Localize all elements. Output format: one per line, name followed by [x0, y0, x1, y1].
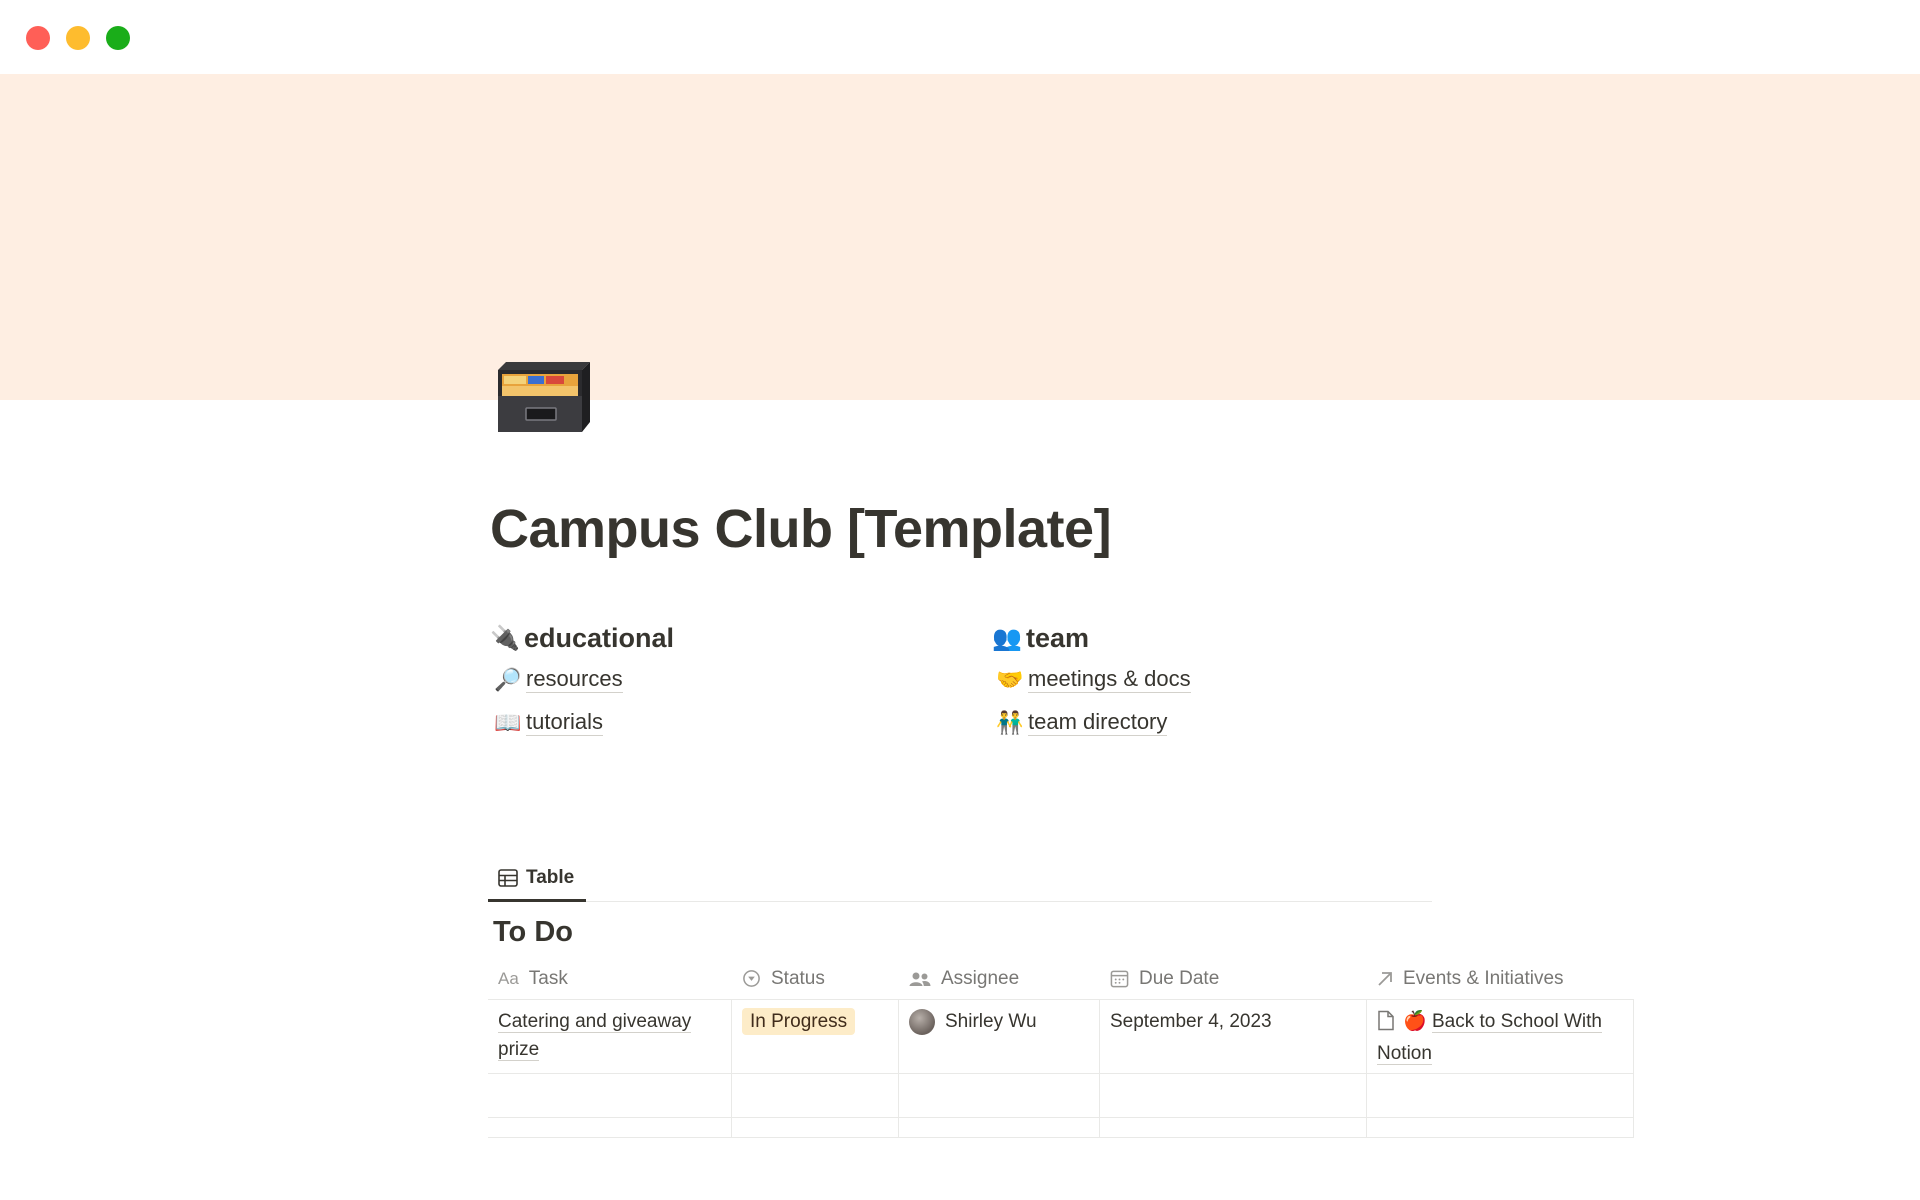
- page-doc-icon: [1377, 1010, 1395, 1040]
- assignee-cell[interactable]: [899, 1074, 1100, 1117]
- link-label[interactable]: meetings & docs: [1028, 666, 1191, 693]
- task-title[interactable]: Catering and giveaway prize: [498, 1011, 692, 1061]
- heading-label: team: [1026, 622, 1090, 653]
- link-label[interactable]: resources: [526, 666, 623, 693]
- database-title[interactable]: To Do: [493, 916, 573, 949]
- status-icon: [742, 969, 761, 988]
- educational-heading: 🔌 educational: [490, 618, 970, 658]
- link-meetings-docs[interactable]: 🤝 meetings & docs: [992, 658, 1472, 701]
- table-header: Aa Task Status Assignee Due Date Events …: [488, 958, 1634, 1000]
- table-row[interactable]: [488, 1074, 1634, 1118]
- link-label[interactable]: team directory: [1028, 709, 1168, 736]
- todo-table: Aa Task Status Assignee Due Date Events …: [488, 958, 1634, 1138]
- column-header-events-initiatives[interactable]: Events & Initiatives: [1367, 958, 1634, 999]
- text-property-icon: Aa: [498, 968, 519, 988]
- database-view-tabs: Table: [488, 856, 1432, 902]
- card-file-box-icon[interactable]: [494, 356, 590, 436]
- column-header-status[interactable]: Status: [732, 958, 899, 999]
- relation-cell[interactable]: 🍎 Back to School With Notion: [1367, 1000, 1634, 1073]
- calendar-icon: [1110, 969, 1129, 988]
- person-chip[interactable]: Shirley Wu: [909, 1008, 1089, 1036]
- link-label[interactable]: tutorials: [526, 709, 604, 736]
- status-cell[interactable]: [732, 1074, 899, 1117]
- team-column: 👥 team 🤝 meetings & docs 👬 team director…: [992, 618, 1472, 744]
- electric-plug-icon: 🔌: [490, 624, 520, 652]
- assignee-cell[interactable]: Shirley Wu: [899, 1000, 1100, 1073]
- table-icon: [498, 868, 518, 887]
- minimize-window-button[interactable]: [66, 26, 90, 50]
- relation-cell[interactable]: [1367, 1118, 1634, 1137]
- magnifying-glass-icon: 🔎: [494, 666, 522, 692]
- avatar: [909, 1009, 935, 1035]
- maximize-window-button[interactable]: [106, 26, 130, 50]
- relation-link[interactable]: 🍎 Back to School With Notion: [1377, 1010, 1602, 1065]
- status-cell[interactable]: In Progress: [732, 1000, 899, 1073]
- table-row[interactable]: [488, 1118, 1634, 1138]
- page-cover: [0, 74, 1920, 400]
- due-date-cell[interactable]: [1100, 1118, 1367, 1137]
- assignee-cell[interactable]: [899, 1118, 1100, 1137]
- tab-table[interactable]: Table: [488, 856, 586, 902]
- heading-label: educational: [524, 622, 675, 653]
- relation-cell[interactable]: [1367, 1074, 1634, 1117]
- column-header-task[interactable]: Aa Task: [488, 958, 732, 999]
- relation-arrow-icon: [1377, 971, 1393, 987]
- column-header-due-date[interactable]: Due Date: [1100, 958, 1367, 999]
- handshake-icon: 🤝: [996, 666, 1024, 692]
- two-men-holding-hands-icon: 👬: [996, 709, 1024, 735]
- link-resources[interactable]: 🔎 resources: [490, 658, 970, 701]
- table-row[interactable]: Catering and giveaway prize In Progress …: [488, 1000, 1634, 1074]
- due-date-cell[interactable]: September 4, 2023: [1100, 1000, 1367, 1073]
- people-icon: [909, 971, 931, 987]
- task-cell[interactable]: [488, 1118, 732, 1137]
- people-silhouette-icon: 👥: [992, 624, 1022, 652]
- status-badge[interactable]: In Progress: [742, 1008, 856, 1035]
- link-tutorials[interactable]: 📖 tutorials: [490, 701, 970, 744]
- due-date-value: September 4, 2023: [1110, 1011, 1272, 1032]
- column-header-assignee[interactable]: Assignee: [899, 958, 1100, 999]
- close-window-button[interactable]: [26, 26, 50, 50]
- tab-label: Table: [526, 866, 575, 888]
- window-titlebar: [0, 0, 1920, 74]
- team-heading: 👥 team: [992, 618, 1472, 658]
- apple-icon: 🍎: [1403, 1011, 1427, 1032]
- page-title[interactable]: Campus Club [Template]: [490, 498, 1112, 560]
- link-team-directory[interactable]: 👬 team directory: [992, 701, 1472, 744]
- task-cell[interactable]: Catering and giveaway prize: [488, 1000, 732, 1073]
- educational-column: 🔌 educational 🔎 resources 📖 tutorials: [490, 618, 970, 744]
- status-cell[interactable]: [732, 1118, 899, 1137]
- due-date-cell[interactable]: [1100, 1074, 1367, 1117]
- assignee-name: Shirley Wu: [945, 1011, 1037, 1032]
- task-cell[interactable]: [488, 1074, 732, 1117]
- open-book-icon: 📖: [494, 709, 522, 735]
